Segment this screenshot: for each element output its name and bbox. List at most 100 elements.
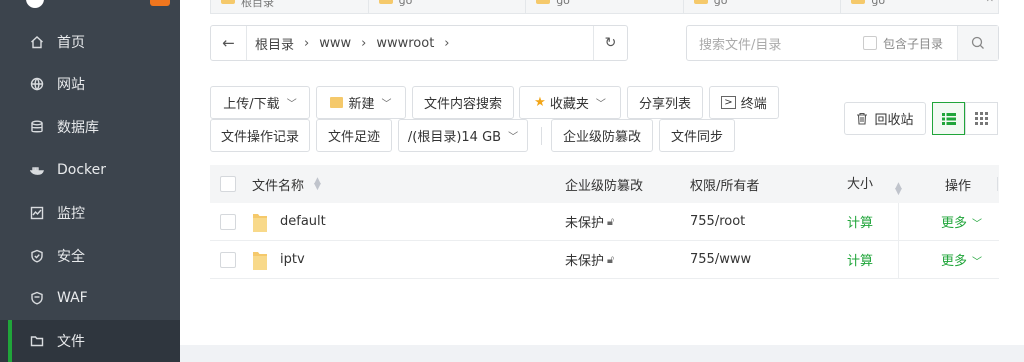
sidebar-item-label: 文件 xyxy=(57,334,85,350)
trash-icon xyxy=(857,112,868,125)
sidebar-item-waf[interactable]: WAF xyxy=(0,277,180,319)
operation-log-button[interactable]: 文件操作记录 xyxy=(210,119,310,152)
file-name-cell[interactable]: default xyxy=(252,211,326,233)
tab-go[interactable]: go xyxy=(526,0,684,13)
recycle-bin-button[interactable]: 回收站 xyxy=(844,102,926,135)
grid-view-icon xyxy=(975,112,988,125)
tab-label: go xyxy=(871,0,886,7)
button-label: 文件操作记录 xyxy=(220,130,299,145)
include-subdir-checkbox[interactable]: 包含子目录 xyxy=(862,35,943,52)
back-arrow-icon[interactable]: ← xyxy=(211,26,247,60)
file-name[interactable]: default xyxy=(280,214,326,229)
button-label: 上传/下载 xyxy=(223,97,280,112)
table-row[interactable]: default 未保护 🔓︎ 755/root 计算 更多 ﹀ xyxy=(210,203,999,241)
share-list-button[interactable]: 分享列表 xyxy=(627,86,703,119)
sidebar-item-database[interactable]: 数据库 xyxy=(0,106,180,148)
tab-go[interactable]: go ✕ xyxy=(841,0,998,13)
address-bar: ← 根目录 › www › wwwroot › ↻ xyxy=(210,25,628,61)
chevron-right-icon: › xyxy=(304,35,310,51)
checkbox[interactable] xyxy=(862,36,877,50)
star-icon: ★ xyxy=(534,95,546,110)
sidebar-item-files[interactable]: 文件 xyxy=(0,320,180,362)
folder-icon xyxy=(30,334,44,348)
sidebar-item-website[interactable]: 网站 xyxy=(0,63,180,105)
chevron-right-icon[interactable]: › xyxy=(444,36,449,51)
refresh-icon[interactable]: ↻ xyxy=(593,26,627,60)
unlock-icon: 🔓︎ xyxy=(607,252,615,266)
upload-download-button[interactable]: 上传/下载 ﹀ xyxy=(210,86,310,119)
row-checkbox[interactable] xyxy=(220,213,236,230)
tab-label: 根目录 xyxy=(241,0,274,9)
column-header-name[interactable]: 文件名称 ▲ ▼ xyxy=(252,175,321,194)
grid-view-button[interactable] xyxy=(965,102,998,135)
permission-cell[interactable]: 755/root xyxy=(690,214,745,229)
tab-go[interactable]: go xyxy=(684,0,842,13)
sidebar-item-security[interactable]: 安全 xyxy=(0,235,180,277)
column-header-ops: 操作 xyxy=(945,178,972,194)
tab-go[interactable]: go xyxy=(369,0,527,13)
tab-root[interactable]: 根目录 xyxy=(211,0,369,13)
table-row[interactable]: iptv 未保护 🔓︎ 755/www 计算 更多 ﹀ xyxy=(210,241,999,279)
calc-size-link[interactable]: 计算 xyxy=(847,250,873,269)
more-ops-dropdown[interactable]: 更多 ﹀ xyxy=(941,250,982,269)
chevron-down-icon: ﹀ xyxy=(381,99,392,110)
list-view-icon xyxy=(941,112,956,125)
chevron-down-icon: ﹀ xyxy=(972,219,983,230)
favorites-button[interactable]: ★ 收藏夹 ﹀ xyxy=(519,86,621,119)
database-icon xyxy=(30,120,44,134)
breadcrumb-item[interactable]: www xyxy=(319,36,351,51)
path-tabs: 根目录 go go go go ✕ xyxy=(210,0,999,14)
column-resize-handle[interactable] xyxy=(997,177,998,191)
button-label: 收藏夹 xyxy=(549,97,589,112)
new-button[interactable]: 新建 ﹀ xyxy=(316,86,406,119)
unlock-icon: 🔓︎ xyxy=(607,214,615,228)
header-label: 大小 xyxy=(847,177,874,192)
checkbox-label: 包含子目录 xyxy=(882,36,943,51)
permission-cell[interactable]: 755/www xyxy=(690,252,751,267)
button-label: 文件足迹 xyxy=(327,130,380,145)
sidebar-item-home[interactable]: 首页 xyxy=(0,21,180,63)
search-input[interactable]: 搜索文件/目录 xyxy=(687,34,863,53)
chevron-down-icon: ﹀ xyxy=(972,257,983,268)
disk-select[interactable]: /(根目录)14 GB ﹀ xyxy=(398,119,528,152)
more-label: 更多 xyxy=(941,216,968,231)
waf-shield-icon xyxy=(30,291,44,305)
breadcrumb-item[interactable]: 根目录 xyxy=(255,34,294,53)
docker-icon xyxy=(30,163,44,177)
sort-icon[interactable]: ▲ ▼ xyxy=(895,182,902,197)
sidebar-item-label: WAF xyxy=(57,290,88,306)
sort-icon[interactable]: ▲ ▼ xyxy=(314,177,321,192)
close-icon[interactable]: ✕ xyxy=(986,0,994,5)
tamper-protect-button[interactable]: 企业级防篡改 xyxy=(551,119,653,152)
protect-status[interactable]: 未保护 🔓︎ xyxy=(565,250,615,270)
more-ops-dropdown[interactable]: 更多 ﹀ xyxy=(941,212,982,231)
file-search: 搜索文件/目录 包含子目录 xyxy=(686,25,999,61)
home-icon xyxy=(30,35,44,49)
file-name[interactable]: iptv xyxy=(280,252,305,267)
folder-icon xyxy=(253,213,267,232)
notification-badge[interactable] xyxy=(150,0,170,6)
sidebar-item-monitor[interactable]: 监控 xyxy=(0,192,180,234)
file-table: 文件名称 ▲ ▼ 企业级防篡改 权限/所有者 大小 ▲ ▼ 操作 default 未保护… xyxy=(210,165,999,279)
row-checkbox[interactable] xyxy=(220,251,236,268)
calc-size-link[interactable]: 计算 xyxy=(847,212,873,231)
button-label: 回收站 xyxy=(874,113,914,128)
breadcrumb-item[interactable]: wwwroot xyxy=(376,36,434,51)
sidebar-item-docker[interactable]: Docker xyxy=(0,149,180,191)
chevron-down-icon: ﹀ xyxy=(286,99,297,110)
file-sync-button[interactable]: 文件同步 xyxy=(659,119,735,152)
content-search-button[interactable]: 文件内容搜索 xyxy=(412,86,514,119)
terminal-button[interactable]: > 终端 xyxy=(709,86,779,119)
search-button[interactable] xyxy=(957,26,998,60)
folder-icon xyxy=(536,0,551,4)
column-header-size[interactable]: 大小 ▲ ▼ xyxy=(847,173,902,197)
file-name-cell[interactable]: iptv xyxy=(252,249,305,271)
protect-status[interactable]: 未保护 🔓︎ xyxy=(565,212,615,232)
select-all-checkbox[interactable] xyxy=(220,176,236,192)
list-view-button[interactable] xyxy=(932,102,965,135)
protect-label: 未保护 xyxy=(565,216,605,231)
chevron-down-icon: ﹀ xyxy=(508,132,519,143)
footprint-button[interactable]: 文件足迹 xyxy=(316,119,392,152)
breadcrumb: 根目录 › www › wwwroot › xyxy=(247,34,593,53)
shield-icon xyxy=(30,249,44,263)
